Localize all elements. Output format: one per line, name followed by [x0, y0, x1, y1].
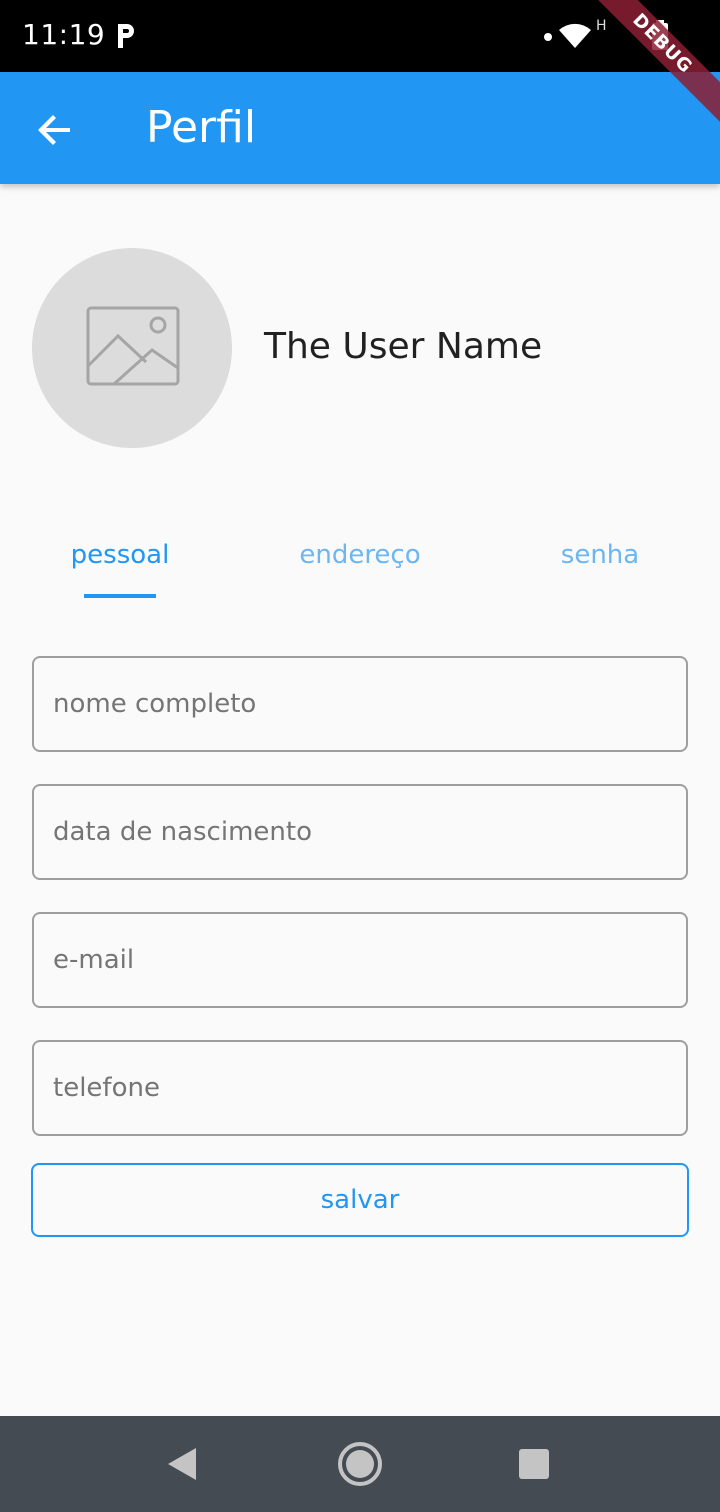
notification-dot-icon — [544, 33, 552, 41]
birth-date-input[interactable] — [34, 786, 686, 878]
nav-back-button[interactable] — [160, 1440, 208, 1488]
nav-recents-button[interactable] — [510, 1440, 558, 1488]
user-name: The User Name — [264, 326, 543, 367]
email-input[interactable] — [34, 914, 686, 1006]
app-bar: Perfil — [0, 72, 720, 184]
save-button[interactable]: salvar — [31, 1163, 689, 1237]
profile-tabs: pessoal endereço senha — [0, 520, 720, 600]
back-button[interactable] — [30, 106, 78, 154]
tab-endereco[interactable]: endereço — [240, 540, 480, 570]
arrow-back-icon — [38, 115, 70, 145]
parking-notification-icon — [118, 24, 134, 48]
square-recents-icon — [519, 1449, 549, 1479]
email-field — [32, 912, 688, 1008]
tab-indicator — [84, 594, 156, 598]
full-name-field — [32, 656, 688, 752]
network-type-label: H — [596, 18, 607, 34]
triangle-back-icon — [168, 1448, 196, 1480]
tab-senha[interactable]: senha — [480, 540, 720, 570]
page-title: Perfil — [146, 102, 257, 153]
phone-input[interactable] — [34, 1042, 686, 1134]
image-placeholder-icon — [86, 306, 180, 386]
status-time: 11:19 — [22, 18, 106, 51]
full-name-input[interactable] — [34, 658, 686, 750]
birth-date-field — [32, 784, 688, 880]
avatar[interactable] — [32, 248, 232, 448]
phone-field — [32, 1040, 688, 1136]
tab-pessoal[interactable]: pessoal — [0, 540, 240, 570]
wifi-icon — [559, 23, 591, 48]
circle-home-icon — [338, 1442, 382, 1486]
nav-home-button[interactable] — [336, 1440, 384, 1488]
system-nav-bar — [0, 1416, 720, 1512]
